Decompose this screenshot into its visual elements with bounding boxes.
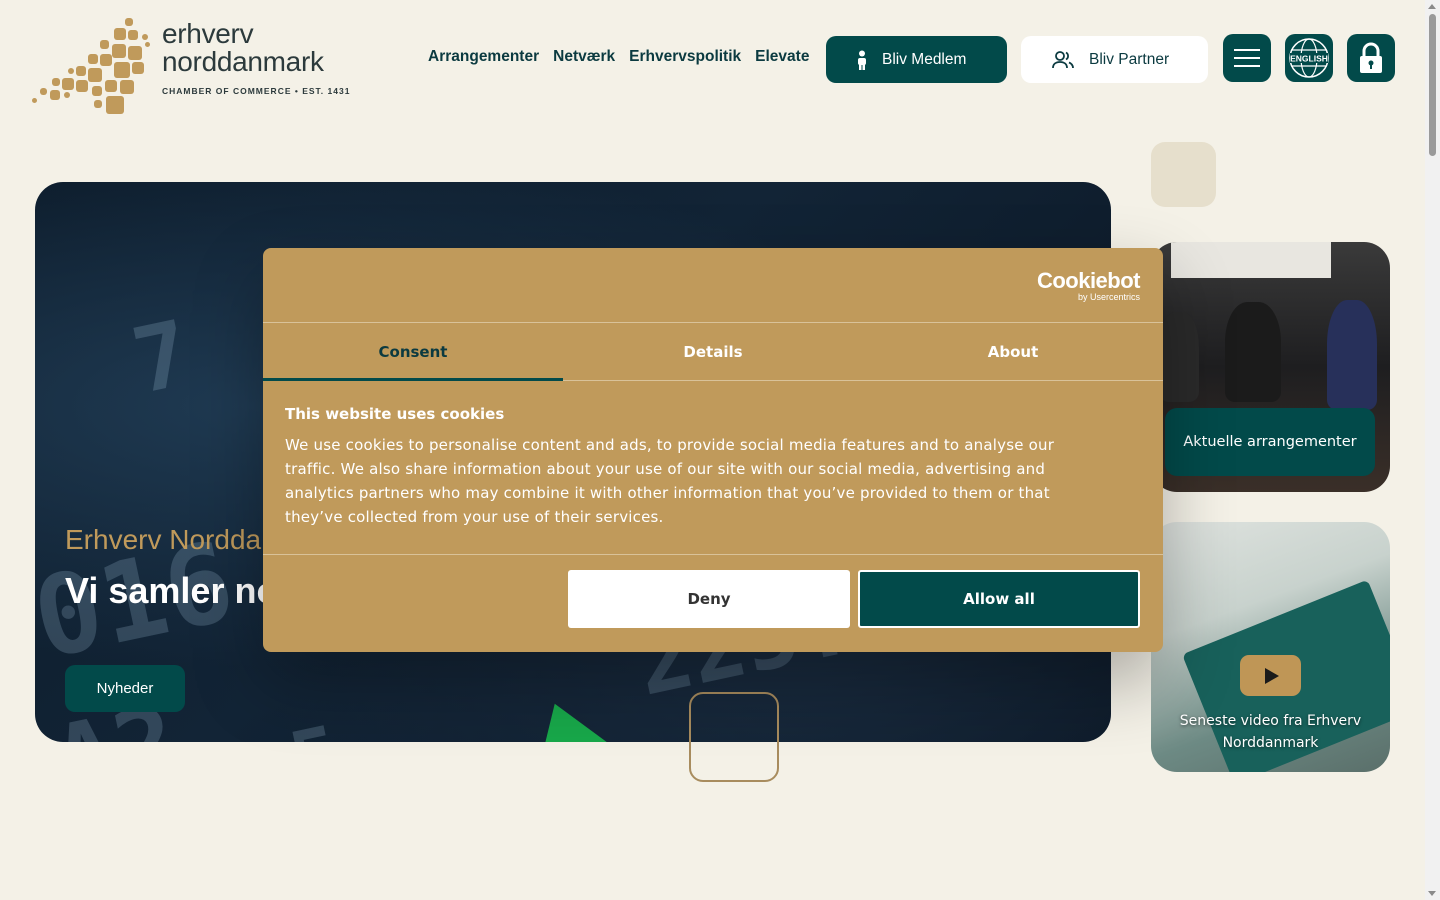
- scroll-down-arrow-icon[interactable]: [1428, 891, 1436, 896]
- deny-button[interactable]: Deny: [568, 570, 850, 628]
- scrollbar-thumb[interactable]: [1429, 14, 1436, 156]
- logo-tagline: CHAMBER OF COMMERCE • EST. 1431: [162, 86, 351, 96]
- english-label: ENGLISH: [1290, 54, 1328, 64]
- events-card[interactable]: Aktuelle arrangementer: [1151, 242, 1390, 492]
- tab-details[interactable]: Details: [563, 323, 863, 380]
- cookiebot-logo: Cookiebot by Usercentrics: [1036, 268, 1141, 303]
- english-language-button[interactable]: ENGLISH: [1285, 34, 1333, 82]
- video-card[interactable]: Seneste video fra Erhverv Norddanmark: [1151, 522, 1390, 772]
- cookie-dialog-header: Cookiebot by Usercentrics: [263, 248, 1163, 323]
- nav-item-arrangementer[interactable]: Arrangementer: [428, 48, 539, 66]
- hero-eyebrow: Erhverv Nordda: [65, 524, 262, 555]
- english-globe-icon: ENGLISH: [1289, 38, 1329, 78]
- events-card-label: Aktuelle arrangementer: [1165, 408, 1375, 476]
- nav-item-netvaerk[interactable]: Netværk: [553, 48, 615, 66]
- nav-item-erhvervspolitik[interactable]: Erhvervspolitik: [629, 48, 741, 66]
- site-logo[interactable]: erhverv norddanmark CHAMBER OF COMMERCE …: [30, 16, 360, 114]
- cookie-dialog-text: We use cookies to personalise content an…: [285, 436, 1055, 526]
- news-button[interactable]: Nyheder: [65, 665, 185, 712]
- allow-all-button[interactable]: Allow all: [858, 570, 1140, 628]
- tab-about[interactable]: About: [863, 323, 1163, 380]
- person-icon: [858, 50, 866, 70]
- become-member-label: Bliv Medlem: [882, 50, 967, 68]
- panel-person: [1159, 312, 1199, 402]
- cookiebot-brand: Cookiebot: [1036, 268, 1141, 293]
- become-member-button[interactable]: Bliv Medlem: [826, 36, 1007, 83]
- login-button[interactable]: [1347, 34, 1395, 82]
- cookie-tabs: Consent Details About: [263, 323, 1163, 381]
- become-partner-label: Bliv Partner: [1089, 50, 1170, 68]
- scroll-up-arrow-icon[interactable]: [1428, 4, 1436, 9]
- become-partner-button[interactable]: Bliv Partner: [1021, 36, 1208, 83]
- logo-wordmark-line2: norddanmark: [162, 46, 324, 77]
- video-card-caption: Seneste video fra Erhverv Norddanmark: [1179, 713, 1362, 751]
- hamburger-menu-icon: [1234, 49, 1260, 67]
- cookie-dialog-actions: Deny Allow all: [263, 555, 1163, 651]
- cookie-consent-dialog: Cookiebot by Usercentrics Consent Detail…: [263, 248, 1163, 652]
- nav-item-elevate[interactable]: Elevate: [755, 48, 809, 66]
- decorative-square: [1151, 142, 1216, 207]
- tab-consent[interactable]: Consent: [263, 323, 563, 381]
- main-nav: Arrangementer Netværk Erhvervspolitik El…: [428, 48, 809, 66]
- cookie-dialog-title: This website uses cookies: [285, 405, 505, 423]
- lock-icon: [1360, 42, 1382, 73]
- play-button[interactable]: [1240, 655, 1301, 696]
- scroll-down-indicator[interactable]: [689, 692, 779, 782]
- projector-screen-graphic: [1171, 242, 1331, 278]
- logo-mark-icon: [30, 16, 155, 114]
- menu-button[interactable]: [1223, 34, 1271, 82]
- panel-person: [1225, 302, 1281, 402]
- page-scrollbar[interactable]: [1425, 0, 1440, 900]
- cookiebot-brand-sub: by Usercentrics: [1077, 292, 1140, 302]
- panel-person: [1327, 300, 1377, 410]
- play-icon: [1264, 667, 1279, 684]
- cookie-dialog-body: This website uses cookies We use cookies…: [263, 381, 1163, 555]
- users-icon: [1052, 50, 1074, 68]
